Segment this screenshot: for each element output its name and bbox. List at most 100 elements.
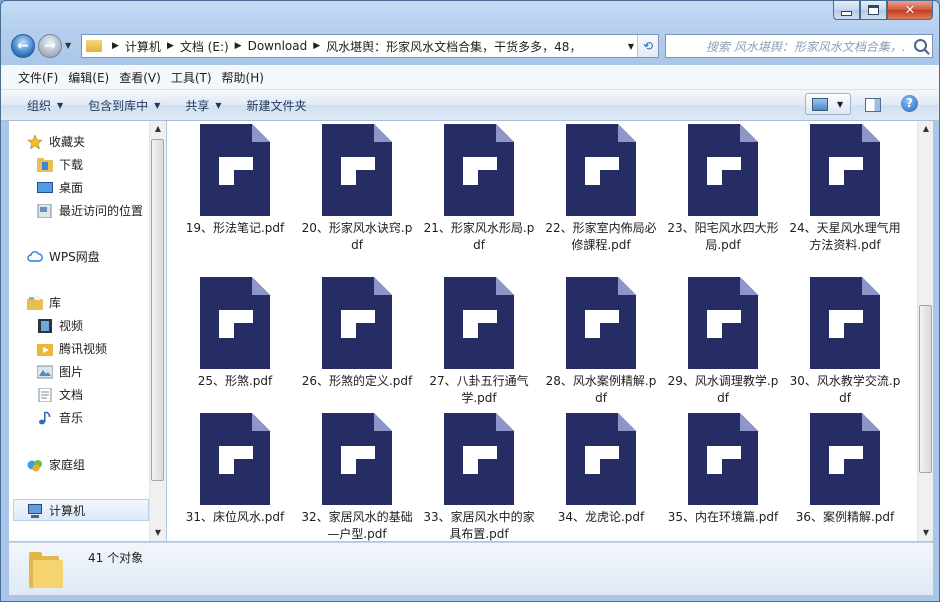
file-item[interactable]: 34、龙虎论.pdf [545,413,657,526]
file-item[interactable]: 24、天星风水理气用方法资料.pdf [789,124,901,254]
file-item[interactable]: 29、风水调理教学.pdf [667,277,779,407]
file-item[interactable]: 35、内在环境篇.pdf [667,413,779,526]
file-name: 34、龙虎论.pdf [557,510,645,524]
file-item[interactable]: 20、形家风水诀窍.pdf [301,124,413,254]
file-item[interactable]: 36、案例精解.pdf [789,413,901,526]
organize-button[interactable]: 组织 ▼ [27,97,63,114]
command-bar: 组织 ▼ 包含到库中 ▼ 共享 ▼ 新建文件夹 ▼ ? [1,90,939,121]
breadcrumb-drive-e[interactable]: 文档 (E:) [180,38,229,55]
pdf-file-icon [810,277,880,369]
nav-item-videos[interactable]: 视频 [37,317,83,334]
file-item[interactable]: 23、阳宅风水四大形局.pdf [667,124,779,254]
scrollbar-thumb[interactable] [919,305,932,473]
file-item[interactable]: 31、床位风水.pdf [179,413,291,526]
nav-item-computer[interactable]: 计算机 [27,502,85,519]
breadcrumb: ▶ 计算机 ▶ 文档 (E:) ▶ Download ▶ 风水堪舆：形家风水文档… [106,38,581,55]
arrow-right-icon: → [44,38,56,54]
menu-edit[interactable]: 编辑(E) [60,69,109,86]
navigation-tree: 收藏夹 下载 桌面 最近访问的位置 WPS网盘 库 视频 腾讯视频 图片 文档 … [9,121,149,541]
change-view-button[interactable]: ▼ [805,93,851,115]
close-button[interactable]: ✕ [887,1,933,20]
preview-pane-button[interactable] [865,98,881,112]
music-icon [37,410,53,425]
back-button[interactable]: ← [11,34,35,58]
close-icon: ✕ [904,2,916,18]
refresh-button[interactable]: ⟲ [637,35,658,57]
pdf-file-icon [810,124,880,216]
pdf-file-icon [444,413,514,505]
nav-item-wps-cloud[interactable]: WPS网盘 [27,248,100,265]
tencent-video-icon [37,342,53,356]
file-item[interactable]: 30、风水教学交流.pdf [789,277,901,407]
breadcrumb-current-folder[interactable]: 风水堪舆：形家风水文档合集，干货多多，48， [326,38,581,55]
nav-item-homegroup[interactable]: 家庭组 [27,456,85,473]
nav-label: WPS网盘 [49,250,100,264]
pdf-file-icon [688,413,758,505]
maximize-icon [868,5,879,15]
menu-tools[interactable]: 工具(T) [163,69,212,86]
nav-item-tencent-video[interactable]: 腾讯视频 [37,340,107,357]
menu-view[interactable]: 查看(V) [111,69,161,86]
file-name: 33、家居风水中的家具布置.pdf [423,510,535,541]
scroll-up-arrow[interactable]: ▲ [150,121,166,137]
minimize-button[interactable] [833,1,860,20]
menu-file[interactable]: 文件(F) [1,69,58,86]
chevron-right-icon[interactable]: ▶ [313,41,320,51]
address-dropdown-button[interactable]: ▼ [624,35,638,57]
nav-label: 视频 [59,319,84,333]
library-icon [27,295,43,310]
file-item[interactable]: 26、形煞的定义.pdf [301,277,413,390]
chevron-right-icon[interactable]: ▶ [235,41,242,51]
file-item[interactable]: 25、形煞.pdf [179,277,291,390]
content-scrollbar[interactable]: ▲ ▼ [917,121,933,541]
scroll-down-arrow[interactable]: ▼ [150,525,166,541]
file-name: 32、家居风水的基础—户型.pdf [301,510,413,541]
nav-item-downloads[interactable]: 下载 [37,156,83,173]
share-button[interactable]: 共享 ▼ [185,97,221,114]
breadcrumb-download[interactable]: Download [248,39,308,53]
explorer-window: ✕ ← → ▼ ▶ 计算机 ▶ 文档 (E:) ▶ Download ▶ 风水堪… [0,0,940,602]
pdf-file-icon [444,277,514,369]
file-name: 29、风水调理教学.pdf [667,374,779,405]
file-item[interactable]: 32、家居风水的基础—户型.pdf [301,413,413,541]
menu-bar: 文件(F) 编辑(E) 查看(V) 工具(T) 帮助(H) [1,65,939,90]
nav-item-pictures[interactable]: 图片 [36,363,83,380]
file-name: 21、形家风水形局.pdf [423,221,535,252]
file-item[interactable]: 22、形家室内佈局必修課程.pdf [545,124,657,254]
scroll-up-arrow[interactable]: ▲ [918,121,933,137]
file-item[interactable]: 33、家居风水中的家具布置.pdf [423,413,535,541]
nav-item-recent-places[interactable]: 最近访问的位置 [37,202,143,219]
pdf-file-icon [200,413,270,505]
nav-item-desktop[interactable]: 桌面 [37,179,83,196]
nav-item-favorites[interactable]: 收藏夹 [27,133,85,150]
file-item[interactable]: 27、八卦五行通气学.pdf [423,277,535,407]
scrollbar-thumb[interactable] [151,139,164,481]
file-item[interactable]: 28、风水案例精解.pdf [545,277,657,407]
address-bar[interactable]: ▶ 计算机 ▶ 文档 (E:) ▶ Download ▶ 风水堪舆：形家风水文档… [81,34,659,58]
pdf-file-icon [200,277,270,369]
breadcrumb-computer[interactable]: 计算机 [125,38,161,55]
menu-help[interactable]: 帮助(H) [214,69,264,86]
new-folder-button[interactable]: 新建文件夹 [247,97,307,114]
search-input[interactable]: 搜索 风水堪舆：形家风水文档合集，... [665,34,933,58]
file-name: 24、天星风水理气用方法资料.pdf [789,221,901,252]
pdf-file-icon [566,413,636,505]
help-button[interactable]: ? [901,95,918,112]
recent-pages-dropdown[interactable]: ▼ [65,41,71,50]
chevron-right-icon[interactable]: ▶ [112,41,119,51]
pdf-file-icon [322,277,392,369]
share-label: 共享 [185,98,210,113]
scroll-down-arrow[interactable]: ▼ [918,525,933,541]
nav-item-libraries[interactable]: 库 [27,294,61,311]
nav-item-music[interactable]: 音乐 [37,409,83,426]
chevron-right-icon[interactable]: ▶ [167,41,174,51]
file-item[interactable]: 21、形家风水形局.pdf [423,124,535,254]
pdf-file-icon [566,277,636,369]
include-in-library-button[interactable]: 包含到库中 ▼ [88,97,160,114]
search-icon [914,39,927,52]
nav-item-documents[interactable]: 文档 [37,386,83,403]
file-item[interactable]: 19、形法笔记.pdf [179,124,291,237]
navigation-scrollbar[interactable]: ▲ ▼ [149,121,166,541]
forward-button[interactable]: → [38,34,62,58]
maximize-button[interactable] [860,1,887,20]
